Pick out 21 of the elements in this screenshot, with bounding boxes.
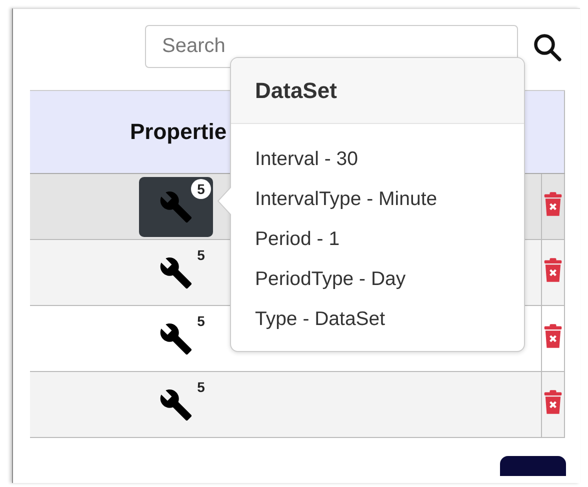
popover-title: DataSet (231, 58, 524, 124)
properties-button[interactable]: 5 (139, 308, 213, 368)
popover-line: PeriodType - Day (255, 267, 407, 292)
action-button[interactable] (500, 456, 566, 476)
delete-icon[interactable] (542, 389, 564, 415)
table-row[interactable]: 5 (30, 372, 564, 438)
search-icon[interactable] (532, 32, 562, 62)
delete-icon[interactable] (542, 191, 564, 217)
wrench-icon (159, 190, 193, 224)
wrench-icon (159, 388, 193, 422)
delete-icon[interactable] (542, 323, 564, 349)
wrench-icon (159, 256, 193, 290)
properties-button[interactable]: 5 (139, 176, 213, 236)
popover-line: Interval - 30 (255, 147, 359, 172)
popover-line: Type - DataSet (255, 307, 386, 332)
properties-button[interactable]: 5 (139, 242, 213, 302)
popover-line: Period - 1 (255, 227, 341, 252)
wrench-icon (159, 322, 193, 356)
popover-line: IntervalType - Minute (255, 187, 438, 212)
properties-button[interactable]: 5 (139, 374, 213, 434)
delete-icon[interactable] (542, 257, 564, 283)
